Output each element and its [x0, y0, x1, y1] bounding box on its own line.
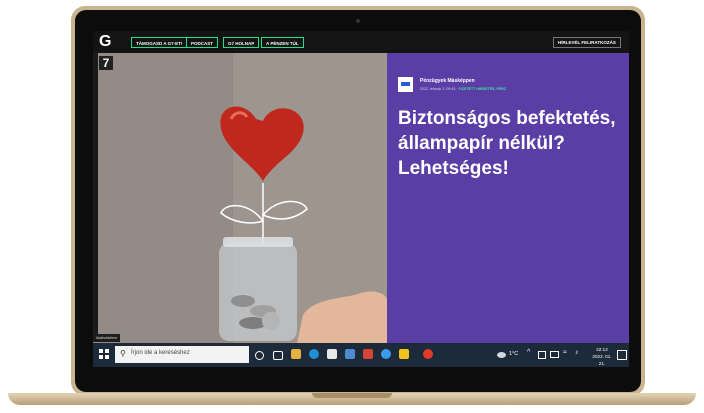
volume-icon[interactable]: ♪	[575, 349, 579, 356]
nav-penzen-tul[interactable]: A PÉNZEN TÚL	[261, 37, 304, 48]
nav-g7-holnap[interactable]: G7 HOLNAP	[223, 37, 260, 48]
article-meta: 2022. február 2. 09:43 · FIZETETT HIRDET…	[420, 87, 507, 91]
search-icon: ⚲	[120, 349, 126, 358]
weather-icon[interactable]	[497, 352, 506, 358]
media-app-icon[interactable]	[423, 349, 433, 359]
task-view-icon[interactable]	[273, 351, 283, 360]
battery-icon[interactable]	[550, 351, 559, 358]
action-center-icon[interactable]	[617, 350, 627, 360]
webcam-icon	[356, 19, 360, 23]
windows-taskbar: ⚲ Írjon ide a kereséshez 1°C ^ ≈ ♪ 22:12…	[93, 343, 629, 367]
site-logo[interactable]: G	[99, 34, 115, 50]
wifi-icon[interactable]: ≈	[563, 349, 567, 356]
weather-temp[interactable]: 1°C	[509, 351, 518, 357]
hero-image	[93, 53, 387, 343]
taskbar-search[interactable]: ⚲ Írjon ide a kereséshez	[115, 346, 249, 363]
site-header: G TÁMOGASD A G7-ET! PODCAST G7 HOLNAP A …	[93, 31, 629, 53]
browser-icon[interactable]	[381, 349, 391, 359]
app-grid-icon[interactable]	[345, 349, 355, 359]
start-button[interactable]	[99, 349, 109, 359]
article-tag[interactable]: FIZETETT HIRDETÉS, PÉNZ	[459, 87, 507, 91]
clock-date: 2022. 01. 21.	[592, 354, 612, 366]
sticky-notes-icon[interactable]	[399, 349, 409, 359]
search-placeholder: Írjon ide a kereséshez	[131, 350, 190, 356]
clock-time: 22:12	[596, 347, 608, 352]
cortana-icon[interactable]	[255, 351, 264, 360]
file-explorer-icon[interactable]	[291, 349, 301, 359]
newsletter-button[interactable]: HÍRLEVÉL FELIRATKOZÁS	[553, 37, 621, 48]
chevron-up-icon[interactable]: ^	[527, 349, 530, 356]
source-logo-icon	[398, 77, 413, 92]
laptop-notch	[312, 393, 392, 398]
sidebar-badge[interactable]: 7	[99, 56, 113, 70]
article-headline[interactable]: Biztonságos befektetés, állampapír nélkü…	[398, 106, 624, 181]
nav-support[interactable]: TÁMOGASD A G7-ET!	[131, 37, 188, 48]
privacy-label[interactable]: Adatvédelem	[93, 334, 120, 342]
edge-icon[interactable]	[309, 349, 319, 359]
heart-jar-illustration	[93, 53, 387, 343]
taskbar-clock[interactable]: 22:12 2022. 01. 21.	[589, 346, 615, 367]
source-name[interactable]: Pénzügyek Másképpen	[420, 78, 475, 84]
article-panel: Pénzügyek Másképpen 2022. február 2. 09:…	[387, 53, 629, 343]
article-date: 2022. február 2. 09:43	[420, 87, 456, 91]
nav-podcast[interactable]: PODCAST	[186, 37, 219, 48]
office-icon[interactable]	[363, 349, 373, 359]
screen: G TÁMOGASD A G7-ET! PODCAST G7 HOLNAP A …	[93, 31, 629, 367]
store-icon[interactable]	[327, 349, 337, 359]
left-strip	[93, 53, 98, 339]
notification-area-icon[interactable]	[538, 351, 546, 359]
